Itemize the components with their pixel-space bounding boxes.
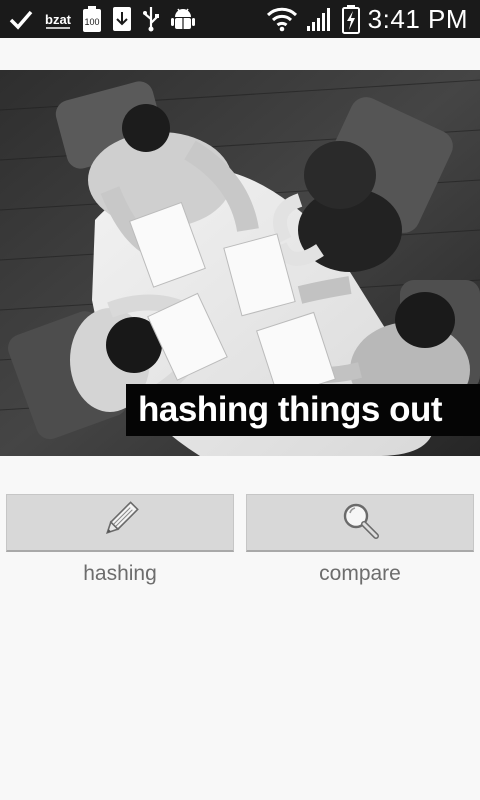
pencil-icon <box>98 498 142 547</box>
svg-text:100: 100 <box>84 17 99 27</box>
system-icons: 3:41 PM <box>266 4 480 35</box>
clock: 3:41 PM <box>367 3 468 34</box>
android-debug-icon <box>170 6 196 32</box>
signal-icon <box>306 6 334 32</box>
usb-icon <box>142 5 160 33</box>
check-icon <box>8 6 34 32</box>
compare-button[interactable] <box>246 494 474 552</box>
compare-label: compare <box>319 562 401 585</box>
magnifier-icon <box>338 498 382 547</box>
hashing-label: hashing <box>83 562 157 585</box>
wifi-icon <box>266 6 298 32</box>
svg-text:bzat: bzat <box>45 12 72 27</box>
banner-caption: hashing things out <box>126 384 480 436</box>
notification-icons: bzat 100 <box>0 5 196 33</box>
hashing-button[interactable] <box>6 494 234 552</box>
banner-image: hashing things out <box>0 70 480 456</box>
status-bar: bzat 100 3:41 PM <box>0 0 480 38</box>
battery-charging-icon <box>341 4 360 34</box>
battery-100-icon: 100 <box>82 5 102 33</box>
download-icon <box>112 6 132 32</box>
bzat-icon: bzat <box>44 5 72 33</box>
